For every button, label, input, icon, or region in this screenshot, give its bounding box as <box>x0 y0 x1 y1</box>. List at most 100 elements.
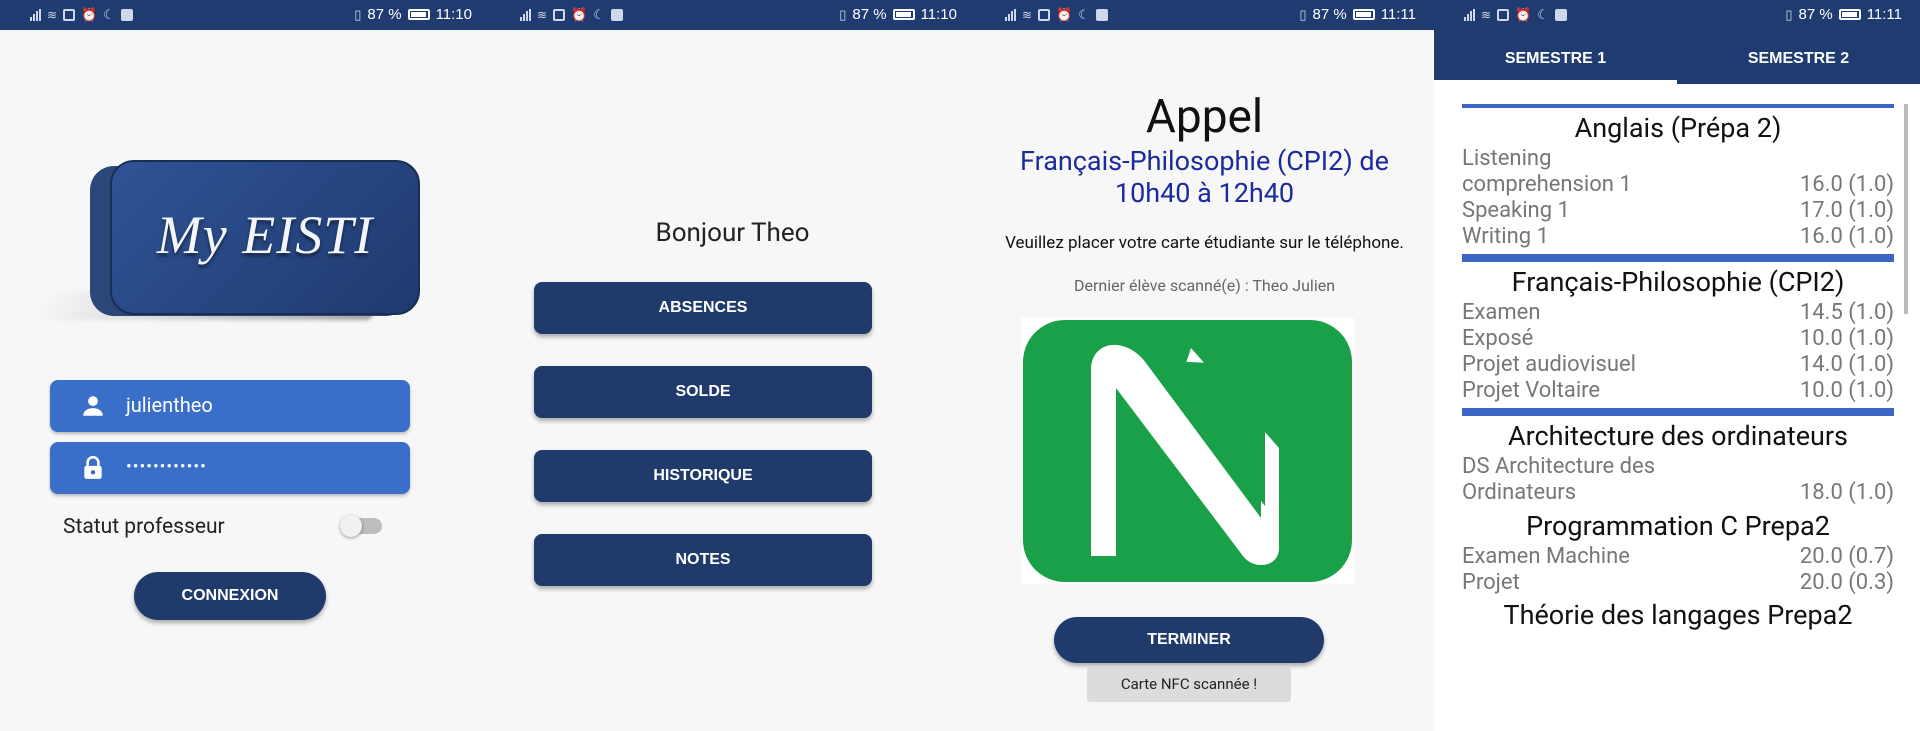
vibrate-icon: ▯ <box>1299 6 1307 22</box>
course-title: Français-Philosophie (CPI2) de 10h40 à 1… <box>975 145 1434 209</box>
grade-value: 20.0 (0.3) <box>1799 570 1894 595</box>
grade-value: 10.0 (1.0) <box>1799 378 1894 403</box>
status-icons-left: ≋ ⏰ ☾ <box>30 7 133 23</box>
terminer-button[interactable]: TERMINER <box>1054 617 1324 663</box>
grade-label: Examen Machine <box>1462 544 1630 569</box>
battery-icon <box>407 9 430 20</box>
status-icons-right: ▯ 87 % 11:10 <box>354 6 472 23</box>
battery-icon <box>892 9 915 20</box>
tab-semestre-2[interactable]: SEMESTRE 2 <box>1677 30 1920 84</box>
grade-row: Examen Machine 20.0 (0.7) <box>1462 544 1894 570</box>
clock: 11:11 <box>1866 6 1902 23</box>
signal-icon <box>1464 9 1475 21</box>
moon-icon: ☾ <box>1078 7 1090 22</box>
nfc-status-icon <box>1497 9 1510 21</box>
grade-label: Listening comprehension 1 <box>1462 146 1632 197</box>
greeting: Bonjour Theo <box>655 218 810 248</box>
grade-row: Listening comprehension 1 16.0 (1.0) <box>1462 146 1894 198</box>
scrollbar[interactable] <box>1904 104 1908 314</box>
person-icon <box>83 396 103 416</box>
clock: 11:10 <box>920 6 957 23</box>
solde-button[interactable]: SOLDE <box>534 366 872 418</box>
grade-label: Projet <box>1462 570 1520 595</box>
subject-divider <box>1462 408 1894 416</box>
moon-icon: ☾ <box>593 7 605 22</box>
grade-label: Projet audiovisuel <box>1462 352 1636 377</box>
historique-button[interactable]: HISTORIQUE <box>534 450 872 502</box>
subject-title: Théorie des langages Prepa2 <box>1503 599 1853 631</box>
subject-divider <box>1462 104 1894 108</box>
alarm-icon: ⏰ <box>81 7 98 22</box>
scan-instruction: Veuillez placer votre carte étudiante su… <box>1005 233 1404 253</box>
status-bar: ≋ ⏰ ☾ ▯ 87 % 11:11 <box>975 0 1434 30</box>
notes-screen: ≋ ⏰ ☾ ▯ 87 % 11:11 SEMESTRE 1 SEMESTRE 2… <box>1434 0 1920 731</box>
password-field[interactable]: •••••••••••• <box>50 442 410 494</box>
wifi-icon: ≋ <box>537 8 548 22</box>
wifi-icon: ≋ <box>47 8 58 22</box>
menu-screen: ≋ ⏰ ☾ ▯ 87 % 11:10 Bonjour Theo ABSENCES… <box>490 0 975 731</box>
subject-divider <box>1462 254 1894 262</box>
notification-icon <box>1095 9 1108 21</box>
grade-row: Projet audiovisuel 14.0 (1.0) <box>1462 352 1894 378</box>
clock: 11:10 <box>435 6 472 23</box>
subject-title: Anglais (Prépa 2) <box>1574 112 1782 144</box>
grade-row: Examen 14.5 (1.0) <box>1462 300 1894 326</box>
signal-icon <box>1005 9 1016 21</box>
grade-label: Projet Voltaire <box>1462 378 1601 403</box>
battery-percent: 87 % <box>852 6 887 23</box>
grade-value: 14.5 (1.0) <box>1799 300 1894 325</box>
clock: 11:11 <box>1380 6 1416 23</box>
grade-label: Speaking 1 <box>1462 198 1570 223</box>
alarm-icon: ⏰ <box>571 7 588 22</box>
notes-button[interactable]: NOTES <box>534 534 872 586</box>
grade-value: 17.0 (1.0) <box>1799 198 1894 223</box>
grade-row: Projet 20.0 (0.3) <box>1462 570 1894 596</box>
subject-title: Architecture des ordinateurs <box>1508 420 1848 452</box>
grade-label: Exposé <box>1462 326 1534 351</box>
page-title: Appel <box>1145 90 1264 144</box>
grade-label: Writing 1 <box>1462 224 1549 249</box>
course-line-1: Français-Philosophie (CPI2) de <box>1020 145 1389 177</box>
grade-value: 16.0 (1.0) <box>1799 172 1894 197</box>
lock-icon <box>84 455 102 479</box>
signal-icon <box>30 9 41 21</box>
statut-professeur-toggle[interactable] <box>340 515 382 537</box>
grade-value: 18.0 (1.0) <box>1799 480 1894 505</box>
app-logo: My EISTI <box>29 160 420 330</box>
status-bar: ≋ ⏰ ☾ ▯ 87 % 11:10 <box>490 0 975 30</box>
tab-semestre-1[interactable]: SEMESTRE 1 <box>1434 30 1677 84</box>
moon-icon: ☾ <box>1537 7 1549 22</box>
subject-title: Programmation C Prepa2 <box>1526 510 1830 542</box>
notification-icon <box>1554 9 1567 21</box>
signal-icon <box>520 9 531 21</box>
password-value: •••••••••••• <box>126 457 207 477</box>
grade-label: Examen <box>1462 300 1541 325</box>
grade-row: Writing 1 16.0 (1.0) <box>1462 224 1894 250</box>
vibrate-icon: ▯ <box>839 6 847 22</box>
screenshot-collage: ≋ ⏰ ☾ ▯ 87 % 11:10 My EISTI julientheo •… <box>0 0 1920 731</box>
alarm-icon: ⏰ <box>1515 7 1532 22</box>
wifi-icon: ≋ <box>1481 8 1492 22</box>
logo-text: My EISTI <box>156 205 374 265</box>
vibrate-icon: ▯ <box>1785 6 1793 22</box>
username-field[interactable]: julientheo <box>50 380 410 432</box>
grade-value: 20.0 (0.7) <box>1799 544 1894 569</box>
battery-percent: 87 % <box>1798 6 1833 23</box>
nfc-icon <box>1021 318 1354 584</box>
course-line-2: 10h40 à 12h40 <box>1114 177 1295 209</box>
statut-professeur-label: Statut professeur <box>63 515 225 539</box>
logo-front: My EISTI <box>110 160 420 315</box>
battery-percent: 87 % <box>1312 6 1347 23</box>
nfc-status-icon <box>1038 9 1051 21</box>
connexion-button[interactable]: CONNEXION <box>134 572 326 620</box>
grade-row: Exposé 10.0 (1.0) <box>1462 326 1894 352</box>
battery-percent: 87 % <box>367 6 402 23</box>
alarm-icon: ⏰ <box>1056 7 1073 22</box>
status-icons-left: ≋ ⏰ ☾ <box>1005 7 1108 23</box>
grade-row: Projet Voltaire 10.0 (1.0) <box>1462 378 1894 404</box>
nfc-toast: Carte NFC scannée ! <box>1087 666 1291 702</box>
last-scanned-student: Dernier élève scanné(e) : Theo Julien <box>1073 276 1336 295</box>
absences-button[interactable]: ABSENCES <box>534 282 872 334</box>
grades-list[interactable]: Anglais (Prépa 2) Listening comprehensio… <box>1462 104 1894 632</box>
nfc-status-icon <box>63 9 76 21</box>
